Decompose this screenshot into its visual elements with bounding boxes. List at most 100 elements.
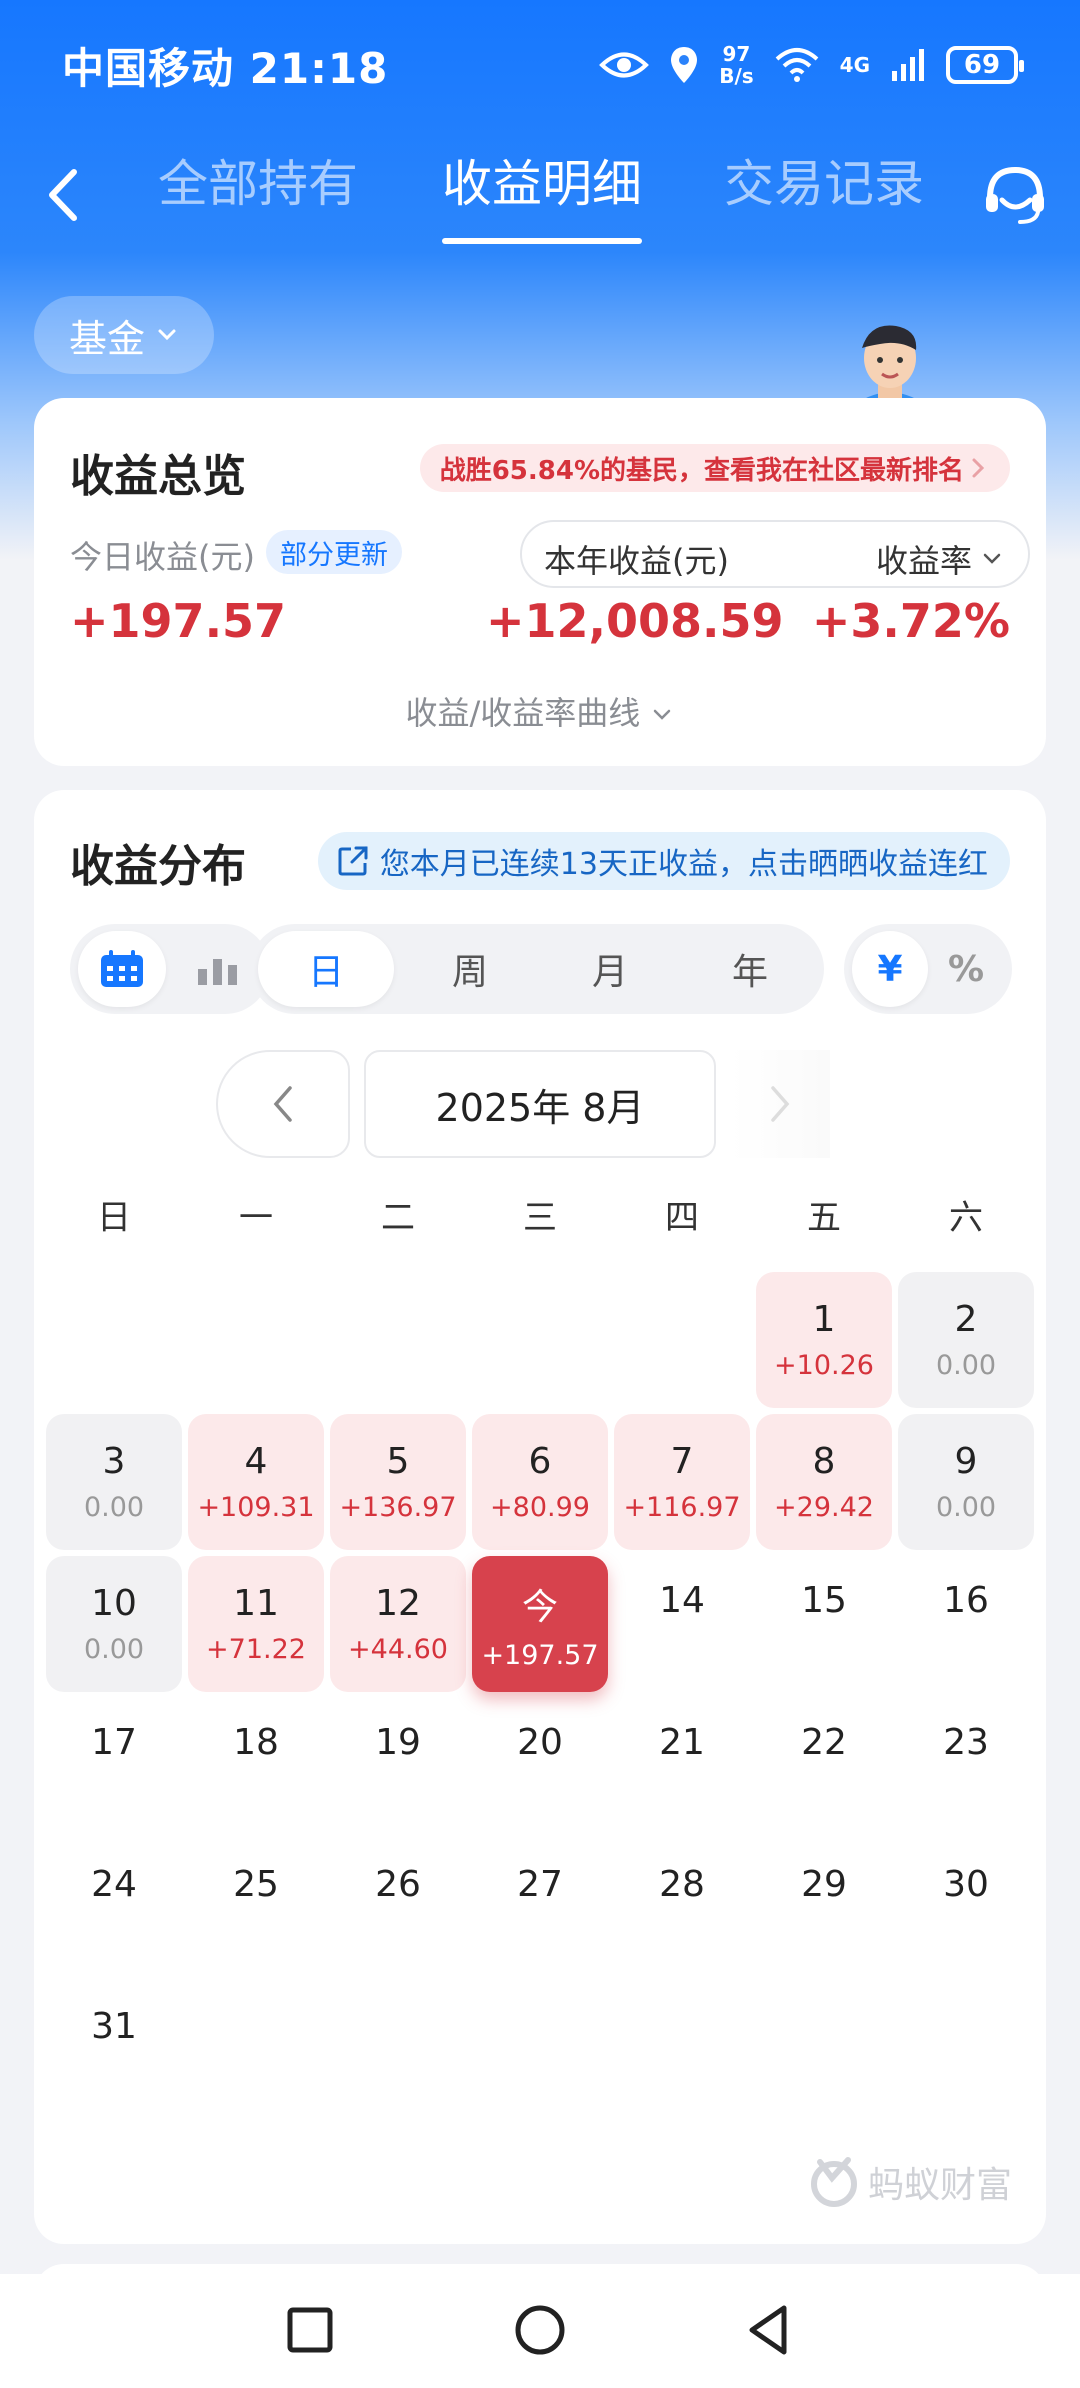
calendar-day[interactable]: 3 0.00: [46, 1414, 182, 1550]
day-profit: +71.22: [206, 1634, 306, 1665]
bar-chart-icon: [198, 959, 237, 985]
rate-selector[interactable]: 收益率: [876, 536, 1004, 582]
calendar-day[interactable]: 22: [756, 1698, 892, 1834]
day-profit: 0.00: [83, 1634, 145, 1665]
chevron-down-icon: [654, 709, 671, 720]
calendar-day[interactable]: 7 +116.97: [614, 1414, 750, 1550]
partial-update-badge[interactable]: 部分更新: [266, 530, 402, 574]
chevron-right-icon: [972, 458, 985, 478]
calendar-day[interactable]: 6 +80.99: [472, 1414, 608, 1550]
unit-percent[interactable]: %: [928, 931, 1004, 1007]
period-month[interactable]: 月: [542, 931, 678, 1007]
calendar-day[interactable]: 9 0.00: [898, 1414, 1034, 1550]
calendar-day[interactable]: 31: [46, 1982, 182, 2118]
weekday-label: 四: [665, 1198, 699, 1238]
day-profit: +109.31: [197, 1492, 315, 1523]
customer-service-icon[interactable]: [980, 160, 1050, 230]
day-number: 12: [375, 1583, 421, 1624]
chevron-down-icon: [158, 329, 176, 341]
calendar-day[interactable]: 10 0.00: [46, 1556, 182, 1692]
calendar-day[interactable]: 28: [614, 1840, 750, 1976]
calendar-day[interactable]: 20: [472, 1698, 608, 1834]
next-month-button[interactable]: [730, 1050, 830, 1158]
period-toggle: 日 周 月 年: [250, 924, 824, 1014]
weekday-label: 一: [239, 1198, 273, 1238]
unit-amount[interactable]: ¥: [852, 931, 928, 1007]
calendar-day-today[interactable]: 今 +197.57: [472, 1556, 608, 1692]
bar-chart-view-button[interactable]: [174, 931, 262, 1007]
day-number: 26: [375, 1864, 421, 1905]
period-year[interactable]: 年: [682, 931, 818, 1007]
status-bar: 中国移动 21:18 97 B/s 4G 69: [0, 0, 1080, 130]
calendar-day[interactable]: 14: [614, 1556, 750, 1692]
tab-all-holdings[interactable]: 全部持有: [158, 154, 358, 254]
community-rank-link[interactable]: 战胜65.84%的基民，查看我在社区最新排名: [419, 444, 1010, 492]
calendar-view-button[interactable]: [78, 931, 166, 1007]
day-number: 2: [954, 1299, 978, 1340]
calendar-day[interactable]: 30: [898, 1840, 1034, 1976]
calendar-day[interactable]: 2 0.00: [898, 1272, 1034, 1408]
calendar-day[interactable]: 25: [188, 1840, 324, 1976]
asset-type-filter[interactable]: 基金: [34, 296, 214, 374]
calendar-day[interactable]: 11 +71.22: [188, 1556, 324, 1692]
calendar-day[interactable]: 4 +109.31: [188, 1414, 324, 1550]
day-number: 20: [517, 1722, 563, 1763]
day-profit: +136.97: [339, 1492, 457, 1523]
day-number: 25: [233, 1864, 279, 1905]
eye-icon: [599, 52, 650, 78]
day-number: 3: [102, 1441, 126, 1482]
day-number: 7: [670, 1441, 694, 1482]
recent-apps-icon[interactable]: [278, 2298, 342, 2362]
rank-text: 战胜65.84%的基民，查看我在社区最新排名: [439, 455, 964, 486]
calendar-day[interactable]: 17: [46, 1698, 182, 1834]
period-week[interactable]: 周: [402, 931, 538, 1007]
day-profit: +197.57: [481, 1639, 599, 1671]
distribution-title: 收益分布: [70, 841, 246, 892]
profit-distribution-card: 收益分布 您本月已连续13天正收益，点击晒晒收益连红 日 周 月 年 ¥ % 2…: [34, 790, 1046, 2244]
weekday-label: 五: [807, 1198, 841, 1238]
period-day[interactable]: 日: [258, 931, 394, 1007]
calendar-day[interactable]: 26: [330, 1840, 466, 1976]
back-icon[interactable]: [30, 160, 100, 230]
year-profit-selector[interactable]: 本年收益(元) 收益率: [520, 520, 1030, 588]
tab-transactions[interactable]: 交易记录: [724, 154, 924, 254]
calendar-day[interactable]: 27: [472, 1840, 608, 1976]
calendar-day[interactable]: 1 +10.26: [756, 1272, 892, 1408]
chevron-left-icon: [273, 1086, 292, 1122]
back-nav-icon[interactable]: [738, 2298, 802, 2362]
location-icon: [671, 47, 698, 83]
day-profit: +80.99: [490, 1492, 590, 1523]
day-number: 15: [801, 1580, 847, 1621]
current-month-label[interactable]: 2025年 8月: [364, 1050, 716, 1158]
calendar-day[interactable]: 29: [756, 1840, 892, 1976]
day-number: 21: [659, 1722, 705, 1763]
signal-icon: [892, 49, 924, 81]
profit-rate-value: +3.72%: [811, 594, 1010, 648]
profit-curve-toggle[interactable]: 收益/收益率曲线: [34, 688, 1046, 734]
calendar-day[interactable]: 12 +44.60: [330, 1556, 466, 1692]
chevron-right-icon: [771, 1086, 790, 1122]
day-number: 8: [812, 1441, 836, 1482]
day-number: 19: [375, 1722, 421, 1763]
day-number: 24: [91, 1864, 137, 1905]
day-number: 29: [801, 1864, 847, 1905]
calendar-day[interactable]: 16: [898, 1556, 1034, 1692]
calendar-day[interactable]: 19: [330, 1698, 466, 1834]
calendar-day[interactable]: 18: [188, 1698, 324, 1834]
tab-profit-detail[interactable]: 收益明细: [442, 154, 642, 254]
calendar-day[interactable]: 5 +136.97: [330, 1414, 466, 1550]
streak-share-link[interactable]: 您本月已连续13天正收益，点击晒晒收益连红: [317, 832, 1010, 890]
calendar-icon: [101, 950, 143, 987]
today-profit-value: +197.57: [70, 594, 287, 648]
calendar-day[interactable]: 24: [46, 1840, 182, 1976]
calendar-day[interactable]: 8 +29.42: [756, 1414, 892, 1550]
weekday-label: 三: [523, 1198, 557, 1238]
calendar-day[interactable]: 23: [898, 1698, 1034, 1834]
home-icon[interactable]: [508, 2298, 572, 2362]
calendar-day[interactable]: 21: [614, 1698, 750, 1834]
prev-month-button[interactable]: [216, 1050, 350, 1158]
system-nav-bar: [0, 2274, 1080, 2388]
brand-watermark: 蚂蚁财富: [808, 2156, 1012, 2208]
day-number: 6: [528, 1441, 552, 1482]
calendar-day[interactable]: 15: [756, 1556, 892, 1692]
